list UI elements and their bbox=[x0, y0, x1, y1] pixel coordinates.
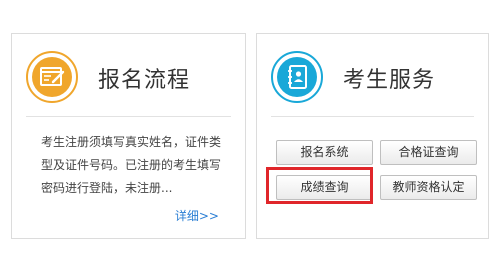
services-header: 考生服务 bbox=[257, 34, 488, 116]
registration-panel: 报名流程 考生注册须填写真实姓名，证件类型及证件号码。已注册的考生填写密码进行登… bbox=[11, 33, 246, 239]
registration-more-link[interactable]: 详细>> bbox=[175, 207, 219, 224]
services-icon-ring bbox=[271, 51, 323, 103]
services-divider bbox=[271, 116, 474, 117]
registration-system-button[interactable]: 报名系统 bbox=[276, 140, 373, 165]
registration-divider bbox=[26, 116, 231, 117]
registration-icon-ring bbox=[26, 51, 78, 103]
certificate-query-button[interactable]: 合格证查询 bbox=[380, 140, 477, 165]
teacher-qualification-button[interactable]: 教师资格认定 bbox=[380, 175, 477, 200]
registration-description: 考生注册须填写真实姓名，证件类型及证件号码。已注册的考生填写密码进行登陆，未注册… bbox=[41, 135, 222, 195]
services-panel: 考生服务 报名系统 合格证查询 成绩查询 教师资格认定 bbox=[256, 33, 489, 239]
registration-form-icon bbox=[32, 57, 72, 97]
score-query-button[interactable]: 成绩查询 bbox=[276, 175, 373, 200]
contact-book-icon bbox=[277, 57, 317, 97]
registration-title: 报名流程 bbox=[98, 68, 191, 93]
registration-header: 报名流程 bbox=[12, 34, 245, 116]
services-title: 考生服务 bbox=[343, 68, 436, 93]
